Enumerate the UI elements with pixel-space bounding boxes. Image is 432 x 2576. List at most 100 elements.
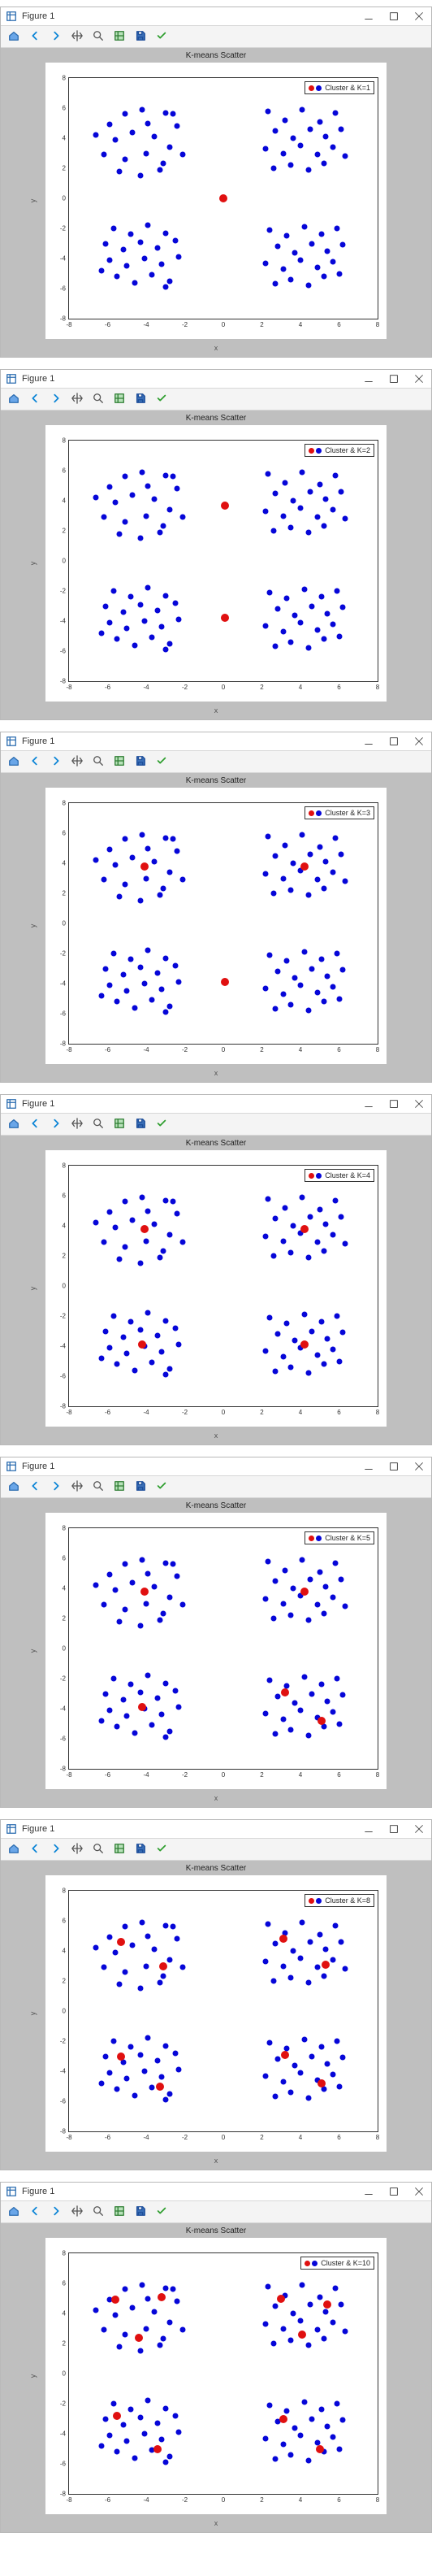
zoom-button[interactable] xyxy=(89,1840,108,1859)
zoom-button[interactable] xyxy=(89,389,108,409)
maximize-button[interactable] xyxy=(381,7,406,25)
figure-canvas[interactable]: K-means ScatterxyCluster & K=3-8-6-4-202… xyxy=(1,773,431,1082)
zoom-button[interactable] xyxy=(89,1477,108,1497)
save-button[interactable] xyxy=(131,1114,150,1134)
home-button[interactable] xyxy=(4,752,24,771)
titlebar[interactable]: Figure 1 xyxy=(1,7,431,26)
close-button[interactable] xyxy=(406,370,431,388)
back-button[interactable] xyxy=(25,27,45,46)
close-button[interactable] xyxy=(406,732,431,750)
maximize-button[interactable] xyxy=(381,2183,406,2200)
configure-button[interactable] xyxy=(110,1840,129,1859)
home-button[interactable] xyxy=(4,27,24,46)
figure-canvas[interactable]: K-means ScatterxyCluster & K=1-8-6-4-202… xyxy=(1,48,431,357)
x-tick: 8 xyxy=(376,684,379,691)
close-button[interactable] xyxy=(406,7,431,25)
minimize-button[interactable] xyxy=(356,2183,381,2200)
pan-button[interactable] xyxy=(67,1840,87,1859)
close-button[interactable] xyxy=(406,1457,431,1475)
titlebar[interactable]: Figure 1 xyxy=(1,2183,431,2201)
forward-button[interactable] xyxy=(46,752,66,771)
data-point xyxy=(175,1574,180,1579)
close-button[interactable] xyxy=(406,2183,431,2200)
minimize-button[interactable] xyxy=(356,370,381,388)
back-button[interactable] xyxy=(25,1840,45,1859)
data-point xyxy=(151,859,157,865)
pan-button[interactable] xyxy=(67,389,87,409)
titlebar[interactable]: Figure 1 xyxy=(1,732,431,751)
home-button[interactable] xyxy=(4,1477,24,1497)
data-point xyxy=(176,2067,182,2073)
check-button[interactable] xyxy=(152,27,171,46)
titlebar[interactable]: Figure 1 xyxy=(1,1457,431,1476)
figure-canvas[interactable]: K-means ScatterxyCluster & K=2-8-6-4-202… xyxy=(1,411,431,719)
home-button[interactable] xyxy=(4,1840,24,1859)
figure-canvas[interactable]: K-means ScatterxyCluster & K=4-8-6-4-202… xyxy=(1,1136,431,1444)
data-point xyxy=(132,1730,137,1735)
pan-button[interactable] xyxy=(67,752,87,771)
minimize-button[interactable] xyxy=(356,7,381,25)
figure-canvas[interactable]: K-means ScatterxyCluster & K=8-8-6-4-202… xyxy=(1,1861,431,2170)
centroid-point xyxy=(111,2296,119,2304)
pan-button[interactable] xyxy=(67,2202,87,2222)
close-button[interactable] xyxy=(406,1095,431,1113)
maximize-button[interactable] xyxy=(381,1095,406,1113)
check-button[interactable] xyxy=(152,1114,171,1134)
maximize-button[interactable] xyxy=(381,732,406,750)
pan-button[interactable] xyxy=(67,27,87,46)
back-button[interactable] xyxy=(25,1114,45,1134)
zoom-button[interactable] xyxy=(89,752,108,771)
close-button[interactable] xyxy=(406,1820,431,1838)
minimize-button[interactable] xyxy=(356,732,381,750)
save-button[interactable] xyxy=(131,2202,150,2222)
maximize-button[interactable] xyxy=(381,1820,406,1838)
back-button[interactable] xyxy=(25,2202,45,2222)
titlebar[interactable]: Figure 1 xyxy=(1,1095,431,1114)
configure-button[interactable] xyxy=(110,752,129,771)
check-button[interactable] xyxy=(152,752,171,771)
check-button[interactable] xyxy=(152,2202,171,2222)
zoom-button[interactable] xyxy=(89,1114,108,1134)
pan-button[interactable] xyxy=(67,1477,87,1497)
save-button[interactable] xyxy=(131,389,150,409)
forward-button[interactable] xyxy=(46,1840,66,1859)
save-button[interactable] xyxy=(131,27,150,46)
back-button[interactable] xyxy=(25,389,45,409)
x-tick: -8 xyxy=(66,2496,71,2504)
back-button[interactable] xyxy=(25,1477,45,1497)
titlebar[interactable]: Figure 1 xyxy=(1,370,431,389)
minimize-button[interactable] xyxy=(356,1457,381,1475)
check-button[interactable] xyxy=(152,1477,171,1497)
titlebar[interactable]: Figure 1 xyxy=(1,1820,431,1839)
configure-button[interactable] xyxy=(110,2202,129,2222)
figure-canvas[interactable]: K-means ScatterxyCluster & K=5-8-6-4-202… xyxy=(1,1498,431,1807)
check-button[interactable] xyxy=(152,389,171,409)
figure-canvas[interactable]: K-means ScatterxyCluster & K=10-8-6-4-20… xyxy=(1,2223,431,2532)
home-button[interactable] xyxy=(4,2202,24,2222)
check-button[interactable] xyxy=(152,1840,171,1859)
maximize-button[interactable] xyxy=(381,1457,406,1475)
forward-icon xyxy=(50,2205,62,2219)
forward-button[interactable] xyxy=(46,1477,66,1497)
minimize-button[interactable] xyxy=(356,1095,381,1113)
home-button[interactable] xyxy=(4,389,24,409)
forward-button[interactable] xyxy=(46,2202,66,2222)
maximize-button[interactable] xyxy=(381,370,406,388)
home-button[interactable] xyxy=(4,1114,24,1134)
configure-button[interactable] xyxy=(110,1114,129,1134)
zoom-button[interactable] xyxy=(89,2202,108,2222)
forward-button[interactable] xyxy=(46,27,66,46)
zoom-button[interactable] xyxy=(89,27,108,46)
configure-button[interactable] xyxy=(110,389,129,409)
forward-button[interactable] xyxy=(46,389,66,409)
save-button[interactable] xyxy=(131,752,150,771)
configure-button[interactable] xyxy=(110,27,129,46)
save-button[interactable] xyxy=(131,1840,150,1859)
pan-button[interactable] xyxy=(67,1114,87,1134)
configure-button[interactable] xyxy=(110,1477,129,1497)
minimize-button[interactable] xyxy=(356,1820,381,1838)
save-button[interactable] xyxy=(131,1477,150,1497)
back-button[interactable] xyxy=(25,752,45,771)
forward-button[interactable] xyxy=(46,1114,66,1134)
data-point xyxy=(305,645,311,651)
